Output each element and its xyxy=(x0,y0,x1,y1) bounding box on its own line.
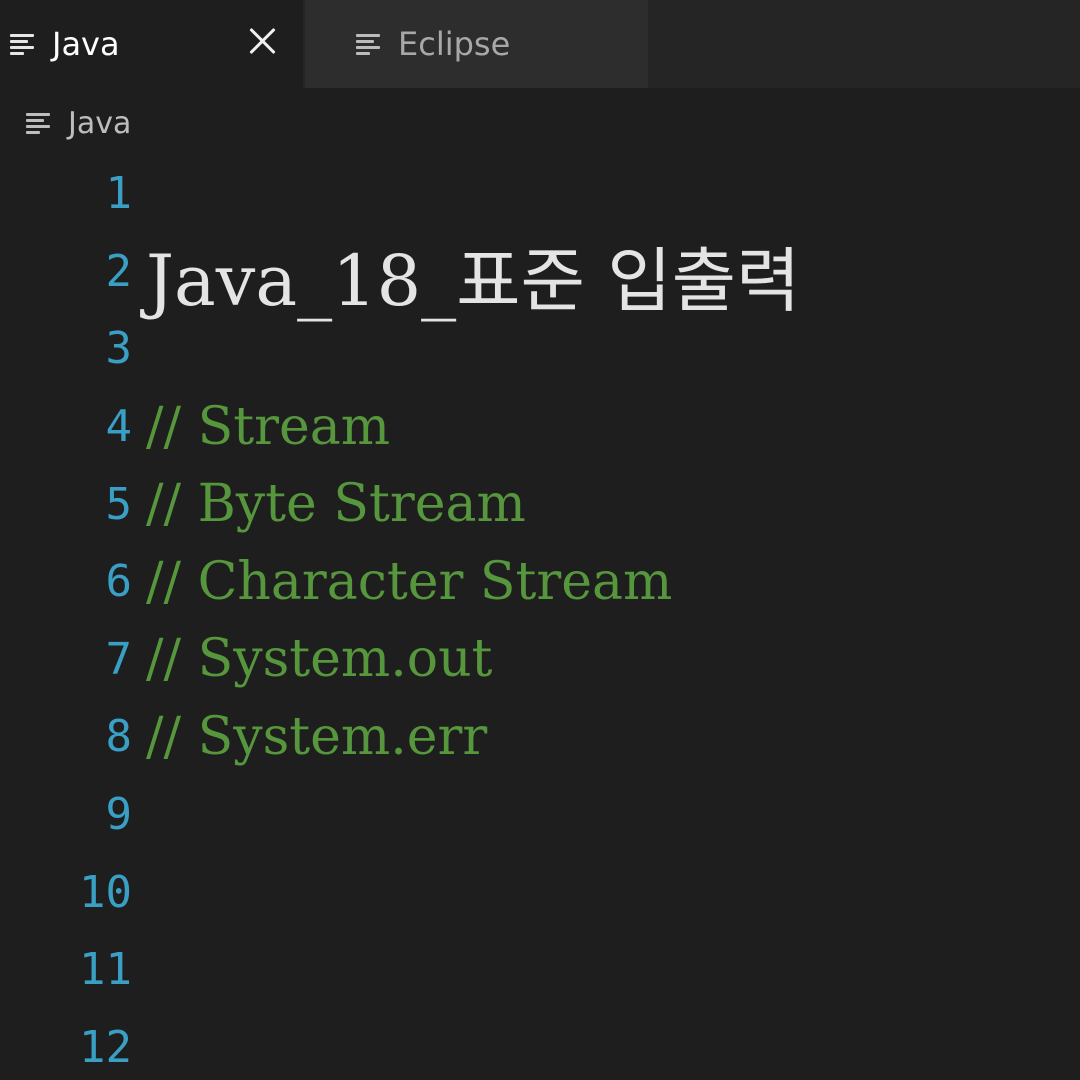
comment-text: // Byte Stream xyxy=(146,474,526,535)
line-number: 6 xyxy=(105,556,133,608)
line-number: 12 xyxy=(79,1021,132,1073)
code-line: 9 xyxy=(0,776,1080,854)
code-line: 6 // Character Stream xyxy=(0,543,1080,621)
code-line: 11 xyxy=(0,931,1080,1009)
code-line: 12 xyxy=(0,1009,1080,1080)
line-number: 2 xyxy=(105,245,133,297)
code-line: 5 // Byte Stream xyxy=(0,465,1080,543)
breadcrumb[interactable]: Java xyxy=(26,96,131,150)
line-number: 5 xyxy=(105,478,133,530)
tab-java[interactable]: Java xyxy=(0,0,303,88)
line-number: 3 xyxy=(105,323,133,375)
tab-label: Eclipse xyxy=(398,25,511,63)
tab-bar: Java Eclipse xyxy=(0,0,1080,88)
code-line: 7 // System.out xyxy=(0,621,1080,699)
comment-text: // System.out xyxy=(146,629,493,690)
text-lines-icon xyxy=(10,33,34,55)
line-number: 1 xyxy=(105,168,133,220)
line-number: 8 xyxy=(105,711,133,763)
code-editor[interactable]: 1 2 Java_18_표준 입출력 3 4 // Stream 5 // By… xyxy=(0,155,1080,1080)
code-line: 2 Java_18_표준 입출력 xyxy=(0,233,1080,322)
line-number: 10 xyxy=(79,866,132,918)
code-line: 10 xyxy=(0,853,1080,931)
text-lines-icon xyxy=(26,112,50,134)
code-line: 1 xyxy=(0,155,1080,233)
text-lines-icon xyxy=(356,33,380,55)
line-number: 4 xyxy=(105,401,133,453)
line-number: 9 xyxy=(105,789,133,841)
breadcrumb-label: Java xyxy=(68,105,132,141)
comment-text: // Stream xyxy=(146,396,391,457)
code-line: 3 xyxy=(0,310,1080,388)
tab-label: Java xyxy=(52,25,120,63)
line-number: 7 xyxy=(105,633,133,685)
tab-eclipse[interactable]: Eclipse xyxy=(305,0,648,88)
code-line: 4 // Stream xyxy=(0,388,1080,466)
editor-window: Java Eclipse Java 1 2 Java_18_표준 입출력 3 4… xyxy=(0,0,1080,1080)
comment-text: // System.err xyxy=(146,706,488,767)
code-line: 8 // System.err xyxy=(0,698,1080,776)
comment-text: // Character Stream xyxy=(146,551,673,612)
line-number: 11 xyxy=(79,944,132,996)
close-icon[interactable] xyxy=(246,24,280,58)
